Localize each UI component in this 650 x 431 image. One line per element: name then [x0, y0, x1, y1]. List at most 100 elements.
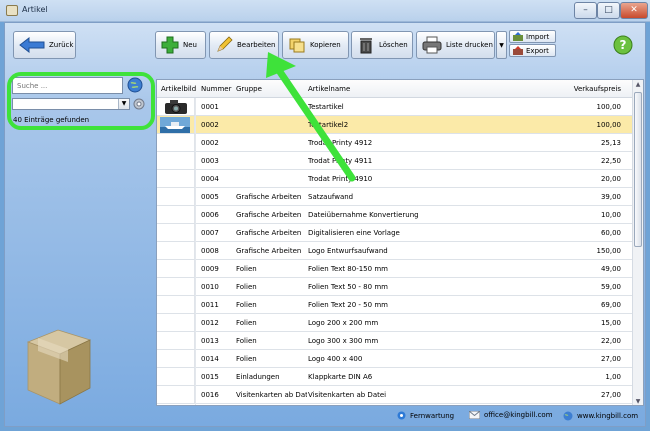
- website-link[interactable]: www.kingbill.com: [563, 411, 638, 421]
- article-price: 39,00: [600, 193, 621, 201]
- col-header-price[interactable]: Verkaufspreis: [574, 85, 621, 93]
- back-button[interactable]: Zurück: [13, 31, 76, 59]
- table-row[interactable]: 0009 Folien Folien Text 80-150 mm 49,00: [157, 260, 633, 278]
- email-label: office@kingbill.com: [484, 411, 553, 419]
- vertical-scrollbar[interactable]: ▲ ▼: [632, 80, 643, 405]
- article-image-cell: [157, 260, 195, 277]
- article-group: Folien: [236, 265, 257, 273]
- article-image-cell: [157, 314, 195, 331]
- status-bar: Fernwartung office@kingbill.com www.king…: [5, 406, 645, 426]
- article-image-cell: [157, 332, 195, 349]
- mail-icon: [469, 411, 480, 419]
- copy-icon: [289, 38, 305, 53]
- main-content: Zurück Neu Bearbeiten Kopieren Löschen L…: [4, 22, 646, 427]
- camera-thumbnail: [165, 100, 187, 114]
- back-label: Zurück: [49, 41, 74, 49]
- table-row[interactable]: 0015 Einladungen Klappkarte DIN A6 1,00: [157, 368, 633, 386]
- print-options-dropdown[interactable]: ▼: [496, 31, 507, 59]
- article-name: Logo 300 x 300 mm: [308, 337, 379, 345]
- article-image-cell: [157, 152, 195, 169]
- table-row[interactable]: 0007 Grafische Arbeiten Digitalisieren ein…: [157, 224, 633, 242]
- maximize-button[interactable]: □: [597, 2, 620, 19]
- article-price: 15,00: [600, 319, 621, 327]
- article-name: Klappkarte DIN A6: [308, 373, 373, 381]
- article-number: 0016: [201, 391, 219, 399]
- article-name: Testartikel2: [308, 121, 349, 129]
- col-header-image[interactable]: Artikelbild: [161, 85, 196, 93]
- col-header-group[interactable]: Gruppe: [236, 85, 262, 93]
- article-group: Grafische Arbeiten: [236, 229, 302, 237]
- close-button[interactable]: ✕: [620, 2, 648, 19]
- articles-table[interactable]: Artikelbild Nummer Gruppe Artikelname Ve…: [156, 79, 644, 406]
- annotation-highlight: [7, 72, 155, 130]
- table-row[interactable]: 0010 Folien Folien Text 50 - 80 mm 59,00: [157, 278, 633, 296]
- article-image-cell: [157, 296, 195, 313]
- print-list-label: Liste drucken: [446, 41, 493, 49]
- table-row[interactable]: 0008 Grafische Arbeiten Logo Entwurfsaufwa…: [157, 242, 633, 260]
- table-row[interactable]: 0002 Testartikel2 100,00: [157, 116, 633, 134]
- article-number: 0013: [201, 337, 219, 345]
- article-name: Folien Text 50 - 80 mm: [308, 283, 388, 291]
- col-header-number[interactable]: Nummer: [201, 85, 232, 93]
- article-group: Folien: [236, 283, 257, 291]
- remote-support-link[interactable]: Fernwartung: [397, 411, 454, 420]
- table-row[interactable]: 0016 Visitenkarten ab Dat Visitenkarten ab…: [157, 386, 633, 404]
- help-icon[interactable]: ?: [613, 35, 633, 55]
- table-row[interactable]: 0011 Folien Folien Text 20 - 50 mm 69,00: [157, 296, 633, 314]
- article-price: 60,00: [600, 229, 621, 237]
- import-button[interactable]: Import: [509, 30, 556, 43]
- table-row[interactable]: 0005 Grafische Arbeiten Satzaufwand 39,00: [157, 188, 633, 206]
- article-price: 22,50: [600, 157, 621, 165]
- article-image-cell: [157, 206, 195, 223]
- col-header-name[interactable]: Artikelname: [308, 85, 350, 93]
- pencil-icon: [217, 36, 233, 52]
- scroll-up-icon[interactable]: ▲: [633, 80, 643, 90]
- article-number: 0012: [201, 319, 219, 327]
- article-group: Visitenkarten ab Dat: [236, 391, 307, 399]
- article-image-cell: [157, 170, 195, 187]
- minimize-button[interactable]: –: [574, 2, 597, 19]
- article-number: 0001: [201, 103, 219, 111]
- scroll-down-icon[interactable]: ▼: [633, 397, 643, 405]
- table-row[interactable]: 0004 Trodat Printy 4910 20,00: [157, 170, 633, 188]
- article-number: 0005: [201, 193, 219, 201]
- article-name: Folien Text 80-150 mm: [308, 265, 388, 273]
- article-name: Dateiübernahme Konvertierung: [308, 211, 419, 219]
- article-number: 0007: [201, 229, 219, 237]
- edit-button[interactable]: Bearbeiten: [209, 31, 279, 59]
- new-button[interactable]: Neu: [155, 31, 206, 59]
- table-row[interactable]: 0013 Folien Logo 300 x 300 mm 22,00: [157, 332, 633, 350]
- toolbar: Zurück Neu Bearbeiten Kopieren Löschen L…: [5, 23, 645, 69]
- table-row[interactable]: 0012 Folien Logo 200 x 200 mm 15,00: [157, 314, 633, 332]
- table-header: Artikelbild Nummer Gruppe Artikelname Ve…: [157, 80, 633, 98]
- svg-text:?: ?: [620, 38, 627, 52]
- article-group: Folien: [236, 319, 257, 327]
- print-list-button[interactable]: Liste drucken: [416, 31, 495, 59]
- article-number: 0003: [201, 157, 219, 165]
- email-link[interactable]: office@kingbill.com: [469, 411, 553, 419]
- copy-label: Kopieren: [310, 41, 341, 49]
- remote-support-icon: [397, 411, 406, 420]
- article-group: Grafische Arbeiten: [236, 247, 302, 255]
- website-label: www.kingbill.com: [577, 412, 639, 420]
- article-group: Einladungen: [236, 373, 280, 381]
- window-titlebar: Artikel – □ ✕: [0, 0, 650, 22]
- plus-icon: [161, 36, 179, 54]
- article-number: 0014: [201, 355, 219, 363]
- copy-button[interactable]: Kopieren: [282, 31, 349, 59]
- article-price: 100,00: [596, 121, 622, 129]
- table-row[interactable]: 0014 Folien Logo 400 x 400 27,00: [157, 350, 633, 368]
- table-row[interactable]: 0006 Grafische Arbeiten Dateiübernahme Kon…: [157, 206, 633, 224]
- table-row[interactable]: 0003 Trodat Printy 4911 22,50: [157, 152, 633, 170]
- article-price: 10,00: [600, 211, 621, 219]
- article-name: Testartikel: [308, 103, 344, 111]
- article-price: 69,00: [600, 301, 621, 309]
- delete-button[interactable]: Löschen: [351, 31, 413, 59]
- window-title: Artikel: [22, 5, 48, 14]
- table-row[interactable]: 0001 Testartikel 100,00: [157, 98, 633, 116]
- table-row[interactable]: 0002 Trodat Printy 4912 25,13: [157, 134, 633, 152]
- scrollbar-thumb[interactable]: [634, 92, 642, 247]
- article-image-cell: [157, 98, 195, 115]
- export-button[interactable]: Export: [509, 44, 556, 57]
- app-icon: [6, 5, 18, 16]
